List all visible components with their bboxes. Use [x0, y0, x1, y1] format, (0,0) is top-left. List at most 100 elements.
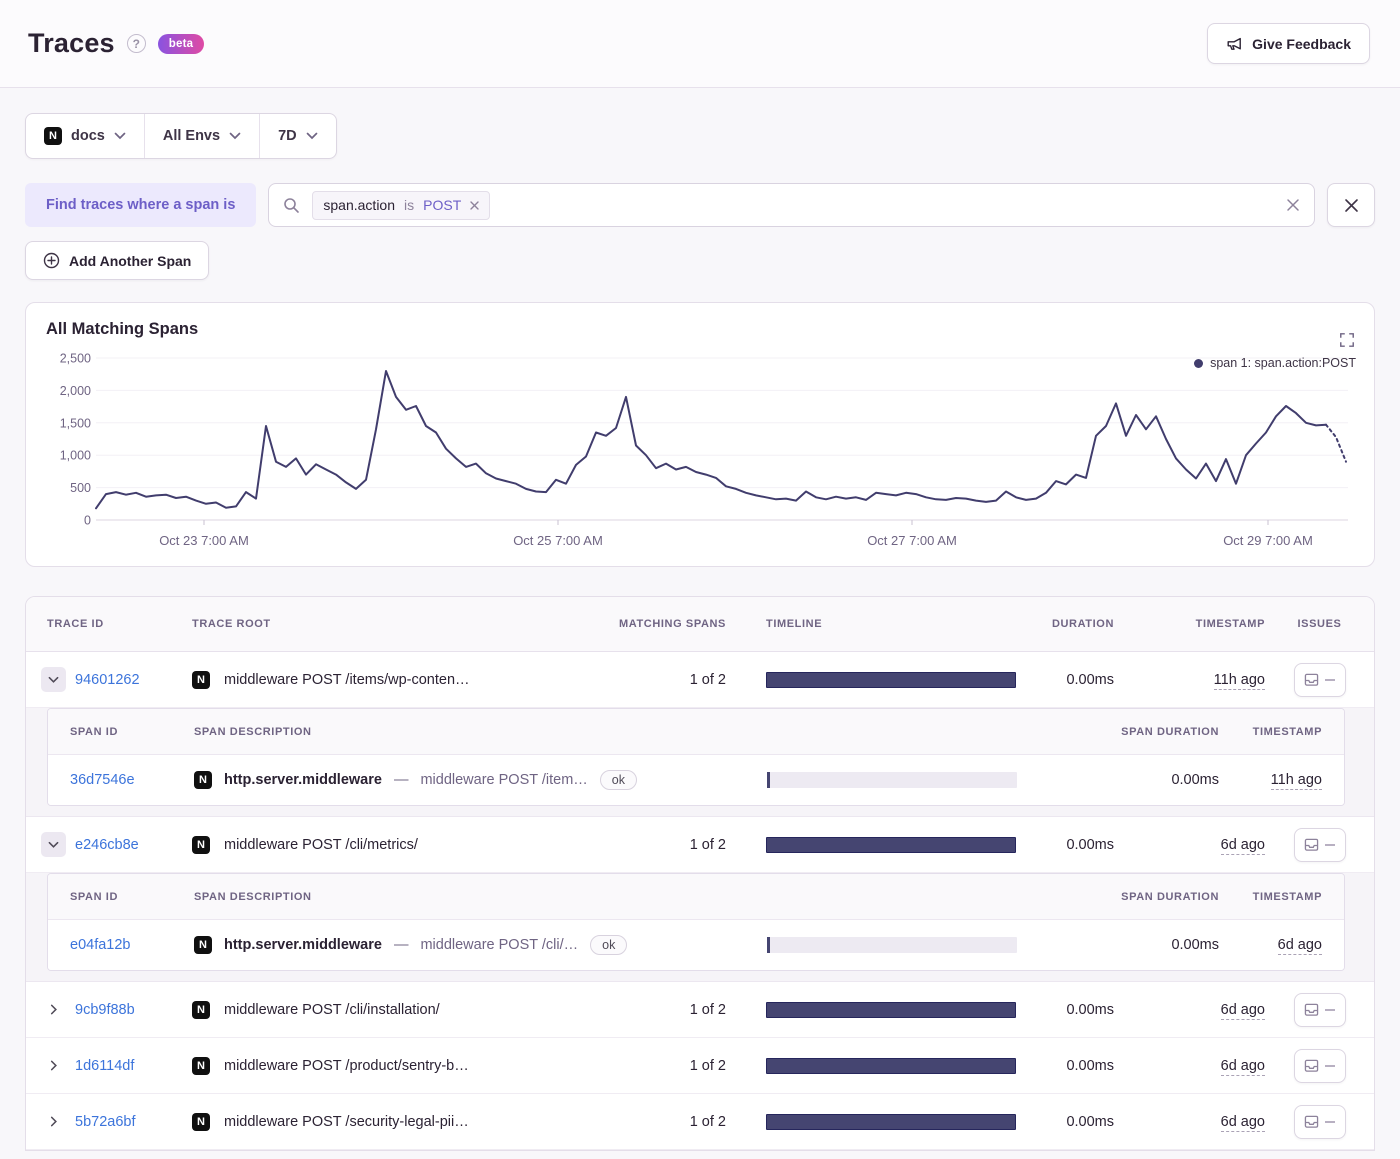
span-timeline-track: [767, 772, 1017, 788]
trace-root-text: middleware POST /items/wp-conten…: [224, 671, 470, 688]
span-id-link[interactable]: e04fa12b: [70, 937, 130, 953]
matching-spans-count: 1 of 2: [689, 1057, 726, 1074]
y-tick: 1,500: [60, 416, 91, 430]
expand-trace-icon[interactable]: [41, 1109, 66, 1134]
environment-selector[interactable]: All Envs: [143, 114, 259, 158]
trace-id-link[interactable]: 94601262: [75, 672, 140, 688]
nextjs-platform-icon: N: [194, 771, 212, 789]
help-icon[interactable]: ?: [126, 34, 146, 53]
trace-row: 9cb9f88b N middleware POST /cli/installa…: [26, 982, 1374, 1038]
issues-button[interactable]: [1293, 662, 1346, 697]
collapse-trace-icon[interactable]: [41, 667, 66, 692]
issues-button[interactable]: [1293, 1048, 1346, 1083]
nextjs-platform-icon: N: [44, 127, 62, 145]
inbox-icon: [1304, 1059, 1319, 1072]
nextjs-platform-icon: N: [192, 835, 210, 854]
span-duration: 0.00ms: [1171, 937, 1219, 953]
x-tick: Oct 27 7:00 AM: [867, 533, 957, 548]
clear-search-icon[interactable]: [1286, 198, 1300, 212]
matching-spans-count: 1 of 2: [689, 671, 726, 688]
col-span-id: Span ID: [70, 890, 119, 903]
legend-dot-icon: [1194, 358, 1204, 368]
filter-token-key: span.action: [323, 197, 395, 213]
megaphone-icon: [1226, 35, 1243, 52]
dash-icon: [1325, 678, 1335, 681]
trace-timestamp[interactable]: 11h ago: [1213, 671, 1265, 690]
all-matching-spans-panel: All Matching Spans span 1: span.action:P…: [25, 302, 1375, 567]
span-search-input[interactable]: span.action is POST: [268, 183, 1315, 227]
chart-title: All Matching Spans: [46, 320, 199, 338]
col-span-timestamp: Timestamp: [1252, 725, 1322, 738]
trace-id-link[interactable]: 5b72a6bf: [75, 1114, 135, 1130]
close-icon: [1344, 198, 1359, 213]
traces-table: Trace ID Trace Root Matching Spans Timel…: [25, 596, 1375, 1151]
remove-span-query-button[interactable]: [1327, 183, 1375, 227]
expanded-spans-section: Span ID Span Description Span Duration T…: [26, 708, 1374, 817]
span-timeline-track: [767, 937, 1017, 953]
trace-timestamp[interactable]: 6d ago: [1220, 1113, 1265, 1132]
date-range-selector[interactable]: 7D: [259, 114, 336, 158]
filter-token-operator: is: [404, 197, 415, 213]
trace-timestamp[interactable]: 6d ago: [1220, 1001, 1265, 1020]
col-span-duration: Span Duration: [1121, 890, 1219, 903]
col-trace-root: Trace Root: [192, 618, 271, 630]
dash-icon: [1325, 1120, 1335, 1123]
separator: —: [393, 937, 409, 953]
legend-label: span 1: span.action:POST: [1210, 356, 1356, 370]
filter-bar: N docs All Envs 7D: [25, 113, 337, 159]
col-span-description: Span Description: [194, 890, 312, 903]
expand-trace-icon[interactable]: [41, 1053, 66, 1078]
matching-spans-count: 1 of 2: [689, 1113, 726, 1130]
trace-row: e246cb8e N middleware POST /cli/metrics/…: [26, 817, 1374, 873]
trace-timestamp[interactable]: 6d ago: [1220, 1057, 1265, 1076]
span-description: middleware POST /cli/…: [420, 937, 579, 953]
span-table-header-row: Span ID Span Description Span Duration T…: [48, 874, 1344, 920]
col-timestamp: Timestamp: [1195, 618, 1265, 630]
trace-root-text: middleware POST /cli/metrics/: [224, 836, 418, 853]
beta-badge: beta: [157, 33, 205, 54]
trace-id-link[interactable]: e246cb8e: [75, 837, 139, 853]
inbox-icon: [1304, 838, 1319, 851]
trace-id-link[interactable]: 1d6114df: [75, 1058, 134, 1074]
matching-spans-count: 1 of 2: [689, 1001, 726, 1018]
chevron-down-icon: [306, 132, 318, 140]
issues-button[interactable]: [1293, 1104, 1346, 1139]
span-description: middleware POST /item…: [420, 772, 588, 788]
chevron-down-icon: [229, 132, 241, 140]
trace-row: 5b72a6bf N middleware POST /security-leg…: [26, 1094, 1374, 1150]
add-another-span-button[interactable]: Add Another Span: [25, 241, 210, 280]
span-id-link[interactable]: 36d7546e: [70, 772, 135, 788]
trace-row: 1d6114df N middleware POST /product/sent…: [26, 1038, 1374, 1094]
issues-button[interactable]: [1293, 992, 1346, 1027]
dash-icon: [1325, 1064, 1335, 1067]
span-row: 36d7546e N http.server.middleware — midd…: [48, 755, 1344, 805]
y-tick: 500: [70, 481, 91, 495]
nextjs-platform-icon: N: [192, 1056, 210, 1075]
trace-timestamp[interactable]: 6d ago: [1220, 836, 1265, 855]
span-op: http.server.middleware: [224, 772, 382, 788]
issues-button[interactable]: [1293, 827, 1346, 862]
search-icon: [283, 197, 300, 214]
span-row: e04fa12b N http.server.middleware — midd…: [48, 920, 1344, 970]
project-selector[interactable]: N docs: [26, 114, 144, 158]
inbox-icon: [1304, 1115, 1319, 1128]
trace-id-link[interactable]: 9cb9f88b: [75, 1002, 135, 1018]
expand-trace-icon[interactable]: [41, 997, 66, 1022]
give-feedback-button[interactable]: Give Feedback: [1207, 23, 1370, 64]
inbox-icon: [1304, 673, 1319, 686]
span-query-row: Find traces where a span is span.action …: [25, 183, 1375, 227]
expand-chart-icon[interactable]: [1339, 332, 1355, 348]
remove-token-icon[interactable]: [470, 200, 479, 210]
span-timestamp[interactable]: 11h ago: [1270, 772, 1322, 790]
chart-legend[interactable]: span 1: span.action:POST: [1194, 356, 1356, 370]
span-table-header-row: Span ID Span Description Span Duration T…: [48, 709, 1344, 755]
trace-duration: 0.00ms: [1066, 836, 1114, 853]
filter-token[interactable]: span.action is POST: [312, 190, 491, 220]
collapse-trace-icon[interactable]: [41, 832, 66, 857]
col-span-timestamp: Timestamp: [1252, 890, 1322, 903]
span-timestamp[interactable]: 6d ago: [1277, 937, 1322, 955]
add-another-span-label: Add Another Span: [69, 252, 192, 269]
timeline-bar: [766, 671, 1016, 688]
col-span-duration: Span Duration: [1121, 725, 1219, 738]
page-header: Traces ? beta Give Feedback: [0, 0, 1400, 88]
